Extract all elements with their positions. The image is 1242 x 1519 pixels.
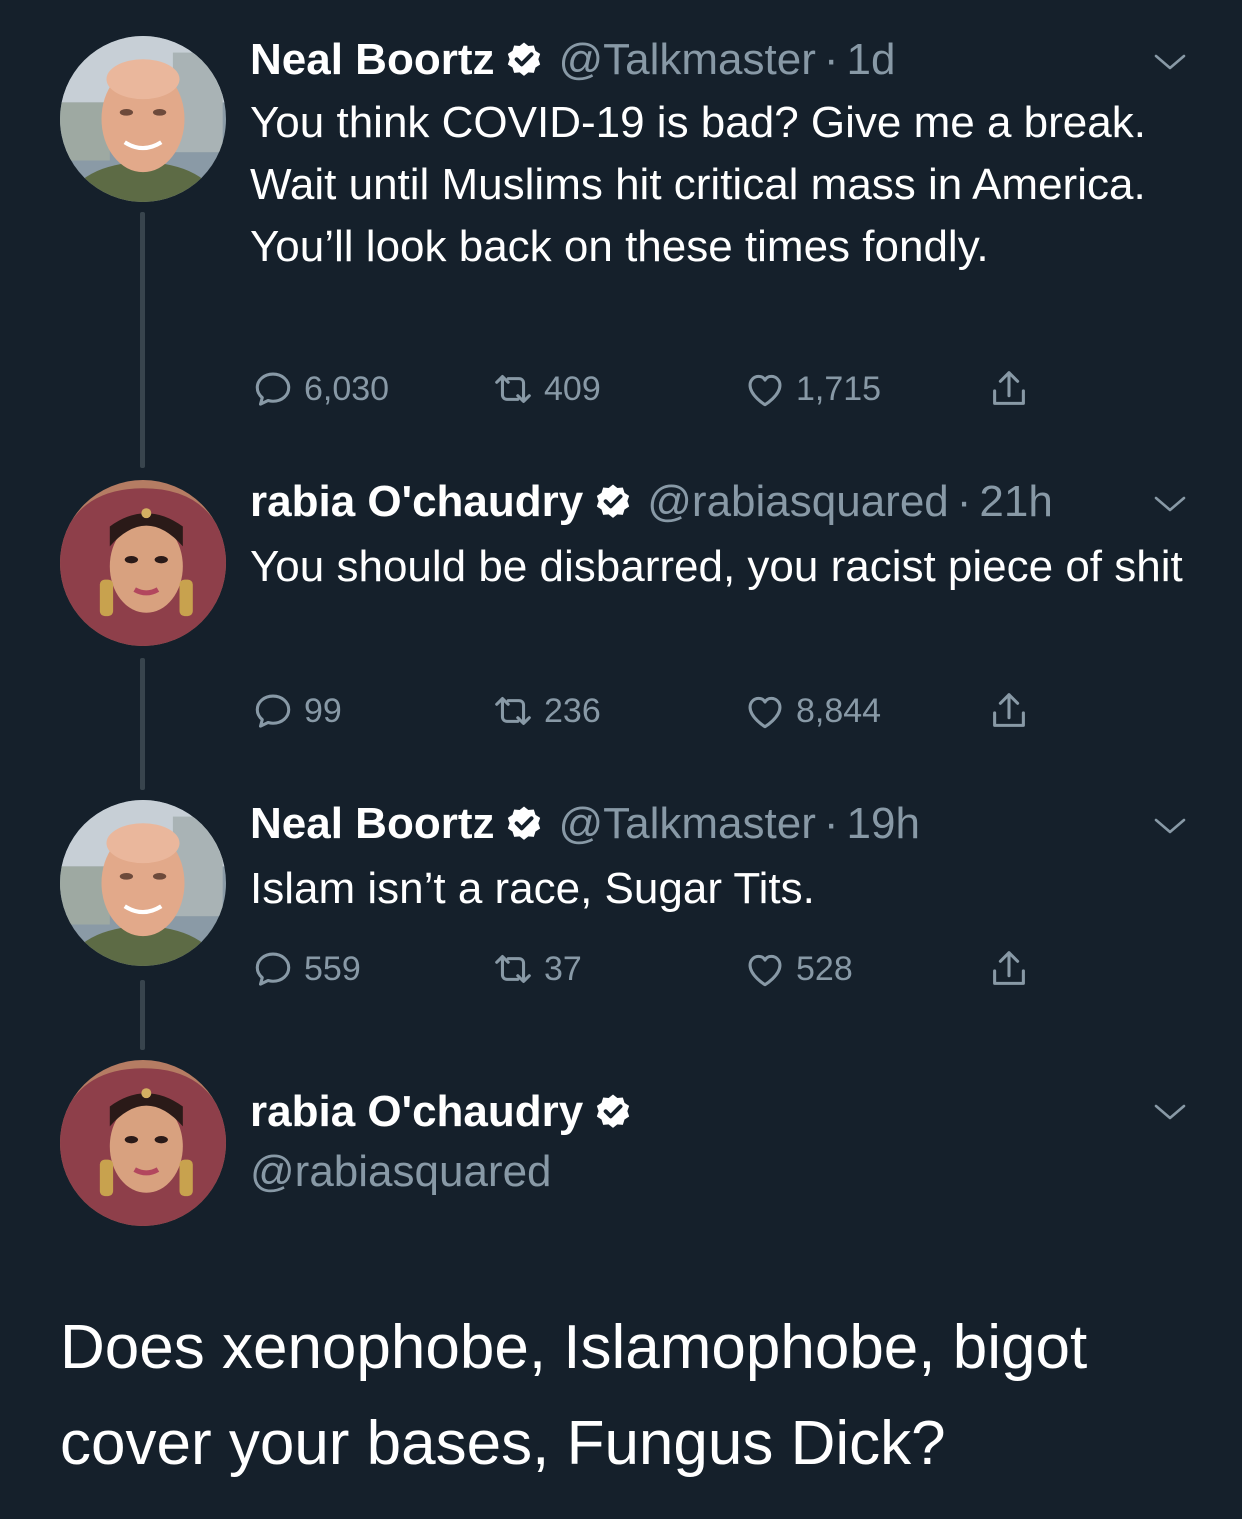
avatar[interactable] (60, 1060, 226, 1226)
thread-connector-line (140, 212, 145, 468)
share-icon (986, 366, 1032, 412)
separator: · (823, 799, 839, 848)
reply-icon (250, 946, 296, 992)
retweet-count: 236 (544, 691, 601, 730)
share-button[interactable] (986, 366, 1040, 412)
thread-connector-line (140, 980, 145, 1050)
display-name[interactable]: rabia O'chaudry (250, 1084, 583, 1140)
tweet-actions: 6,030 409 1,715 (250, 366, 1050, 416)
like-button[interactable]: 528 (742, 946, 853, 992)
retweet-button[interactable]: 409 (490, 366, 601, 412)
user-handle[interactable]: @Talkmaster (558, 32, 815, 88)
timestamp[interactable]: 1d (847, 32, 896, 88)
reply-count: 6,030 (304, 369, 390, 408)
user-handle[interactable]: @rabiasquared (250, 1144, 552, 1200)
tweet-header: rabia O'chaudry @rabiasquared · 21h (250, 474, 1053, 530)
tweet-header: Neal Boortz @Talkmaster · 19h (250, 796, 920, 852)
share-icon (986, 688, 1032, 734)
display-name[interactable]: rabia O'chaudry (250, 474, 583, 530)
tweet-text: You should be disbarred, you racist piec… (250, 542, 1183, 591)
retweet-icon (490, 946, 536, 992)
retweet-count: 409 (544, 369, 601, 408)
retweet-icon (490, 688, 536, 734)
share-icon (986, 946, 1032, 992)
separator: · (823, 35, 839, 84)
tweet-actions: 559 37 528 (250, 946, 1050, 996)
like-count: 8,844 (796, 691, 882, 730)
tweet-actions: 99 236 8,844 (250, 688, 1050, 738)
reply-count: 559 (304, 949, 361, 988)
tweet-text: Islam isn’t a race, Sugar Tits. (250, 864, 815, 913)
retweet-button[interactable]: 37 (490, 946, 582, 992)
timestamp[interactable]: 19h (847, 796, 920, 852)
reply-button[interactable]: 559 (250, 946, 361, 992)
chevron-down-icon[interactable] (1150, 814, 1190, 838)
like-button[interactable]: 8,844 (742, 688, 881, 734)
verified-badge-icon (593, 1092, 633, 1132)
like-icon (742, 366, 788, 412)
avatar[interactable] (60, 480, 226, 646)
like-button[interactable]: 1,715 (742, 366, 881, 412)
reply-count: 99 (304, 691, 342, 730)
like-count: 528 (796, 949, 853, 988)
chevron-down-icon[interactable] (1150, 50, 1190, 74)
thread-connector-line (140, 658, 145, 790)
share-button[interactable] (986, 688, 1040, 734)
share-button[interactable] (986, 946, 1040, 992)
verified-badge-icon (504, 40, 544, 80)
separator: · (956, 477, 972, 526)
tweet-header: Neal Boortz @Talkmaster · 1d (250, 32, 895, 88)
retweet-count: 37 (544, 949, 582, 988)
reply-button[interactable]: 6,030 (250, 366, 389, 412)
timestamp[interactable]: 21h (979, 474, 1052, 530)
tweet-text: You think COVID-19 is bad? Give me a bre… (250, 98, 1146, 271)
focused-tweet-header: rabia O'chaudry (250, 1084, 647, 1140)
like-icon (742, 688, 788, 734)
display-name[interactable]: Neal Boortz (250, 796, 494, 852)
focused-tweet-text: Does xenophobe, Islamophobe, bigot cover… (60, 1313, 1088, 1478)
display-name[interactable]: Neal Boortz (250, 32, 494, 88)
verified-badge-icon (504, 804, 544, 844)
reply-icon (250, 688, 296, 734)
avatar[interactable] (60, 800, 226, 966)
user-handle[interactable]: @rabiasquared (647, 474, 949, 530)
verified-badge-icon (593, 482, 633, 522)
chevron-down-icon[interactable] (1150, 492, 1190, 516)
like-count: 1,715 (796, 369, 882, 408)
retweet-icon (490, 366, 536, 412)
chevron-down-icon[interactable] (1150, 1100, 1190, 1124)
user-handle[interactable]: @Talkmaster (558, 796, 815, 852)
reply-button[interactable]: 99 (250, 688, 342, 734)
like-icon (742, 946, 788, 992)
avatar[interactable] (60, 36, 226, 202)
retweet-button[interactable]: 236 (490, 688, 601, 734)
reply-icon (250, 366, 296, 412)
